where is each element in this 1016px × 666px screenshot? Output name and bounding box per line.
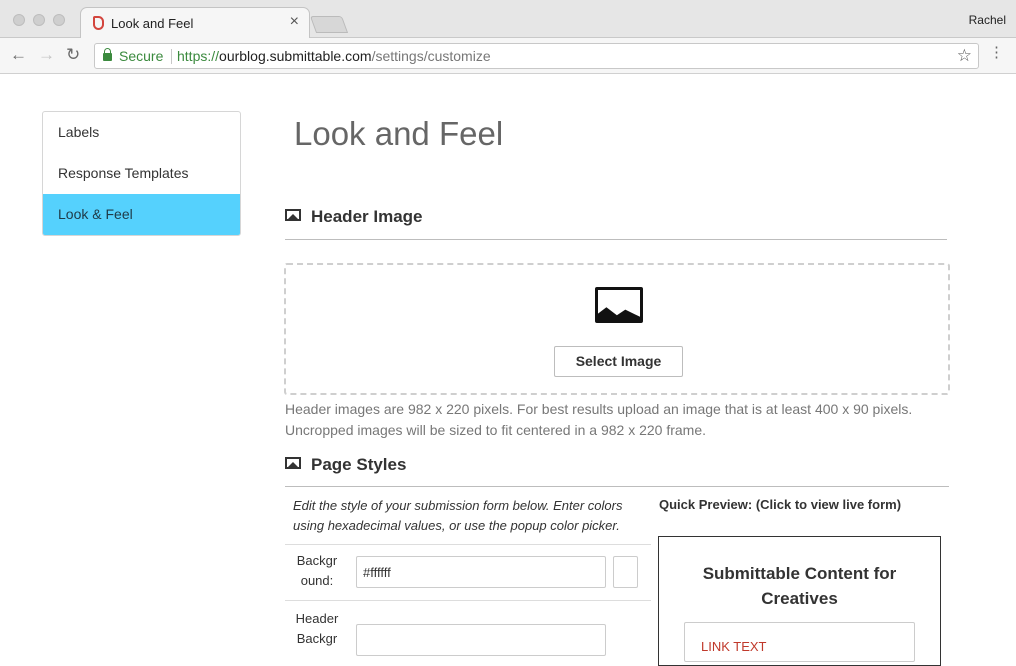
page-styles-divider: [285, 486, 949, 487]
window-minimize-dot[interactable]: [33, 14, 45, 26]
preview-link-box: LINK TEXT: [684, 622, 915, 662]
header-image-help: Header images are 982 x 220 pixels. For …: [285, 399, 965, 441]
window-close-dot[interactable]: [13, 14, 25, 26]
image-placeholder-icon: [595, 287, 643, 323]
submittable-favicon-icon: [93, 16, 104, 30]
browser-tab[interactable]: Look and Feel ×: [80, 7, 310, 39]
profile-name[interactable]: Rachel: [969, 13, 1006, 27]
secure-label: Secure: [119, 48, 164, 64]
header-image-heading: Header Image: [285, 207, 423, 227]
header-background-label-part2: Backgr: [296, 631, 338, 646]
header-background-color-input[interactable]: [356, 624, 606, 656]
sidebar-item-response-templates[interactable]: Response Templates: [43, 153, 240, 194]
page-styles-heading: Page Styles: [285, 455, 406, 475]
browser-tab-bar: Look and Feel × Rachel: [0, 0, 1016, 39]
url-text[interactable]: https://ourblog.submittable.com/settings…: [177, 48, 491, 64]
reload-icon[interactable]: ↻: [66, 46, 80, 64]
page-styles-form: Edit the style of your submission form b…: [285, 494, 651, 656]
tab-title: Look and Feel: [111, 16, 194, 31]
header-background-label-part1: Header: [295, 611, 339, 626]
background-color-row: Backgr ound:: [285, 544, 651, 600]
new-tab-button[interactable]: [309, 16, 349, 33]
address-bar[interactable]: Secure https://ourblog.submittable.com/s…: [94, 43, 979, 69]
header-background-label: Header Backgr: [291, 609, 343, 649]
url-protocol: https://: [177, 48, 220, 64]
quick-preview-box[interactable]: Submittable Content for Creatives LINK T…: [658, 536, 941, 666]
header-image-help-line1: Header images are 982 x 220 pixels. For …: [285, 401, 913, 417]
header-image-dropzone[interactable]: Select Image: [284, 263, 950, 395]
quick-preview-label[interactable]: Quick Preview: (Click to view live form): [659, 497, 901, 512]
background-color-input[interactable]: [356, 556, 606, 588]
sidebar-item-look-and-feel[interactable]: Look & Feel: [43, 194, 240, 235]
page-styles-instructions: Edit the style of your submission form b…: [293, 498, 623, 533]
bookmark-star-icon[interactable]: ☆: [957, 46, 972, 66]
header-image-divider: [285, 239, 947, 240]
select-image-button[interactable]: Select Image: [554, 346, 683, 377]
image-icon: [285, 457, 301, 469]
image-icon: [285, 209, 301, 221]
browser-menu-icon[interactable]: ⋮: [989, 45, 1004, 60]
background-color-swatch[interactable]: [613, 556, 638, 588]
page-content: Labels Response Templates Look & Feel Lo…: [0, 75, 1016, 666]
header-background-row: Header Backgr: [285, 600, 651, 660]
settings-sidebar: Labels Response Templates Look & Feel: [42, 111, 241, 236]
preview-title: Submittable Content for Creatives: [702, 564, 897, 608]
forward-arrow-icon[interactable]: →: [38, 46, 55, 64]
lock-icon: [103, 48, 112, 61]
browser-toolbar: ← → ↻ Secure https://ourblog.submittable…: [0, 38, 1016, 74]
header-image-heading-text: Header Image: [311, 207, 423, 226]
page-styles-heading-text: Page Styles: [311, 455, 407, 474]
page-title: Look and Feel: [294, 115, 504, 152]
header-image-help-line2: Uncropped images will be sized to fit ce…: [285, 422, 707, 438]
url-path: /settings/customize: [371, 48, 491, 64]
address-separator: [171, 49, 172, 64]
url-host: ourblog.submittable.com: [219, 48, 372, 64]
sidebar-item-labels[interactable]: Labels: [43, 112, 240, 153]
tab-close-icon[interactable]: ×: [290, 13, 299, 31]
back-arrow-icon[interactable]: ←: [10, 46, 27, 64]
background-label-part1: Backgr: [296, 553, 338, 568]
window-maximize-dot[interactable]: [53, 14, 65, 26]
background-label-part2: ound:: [300, 573, 334, 588]
background-color-label: Backgr ound:: [291, 551, 343, 591]
